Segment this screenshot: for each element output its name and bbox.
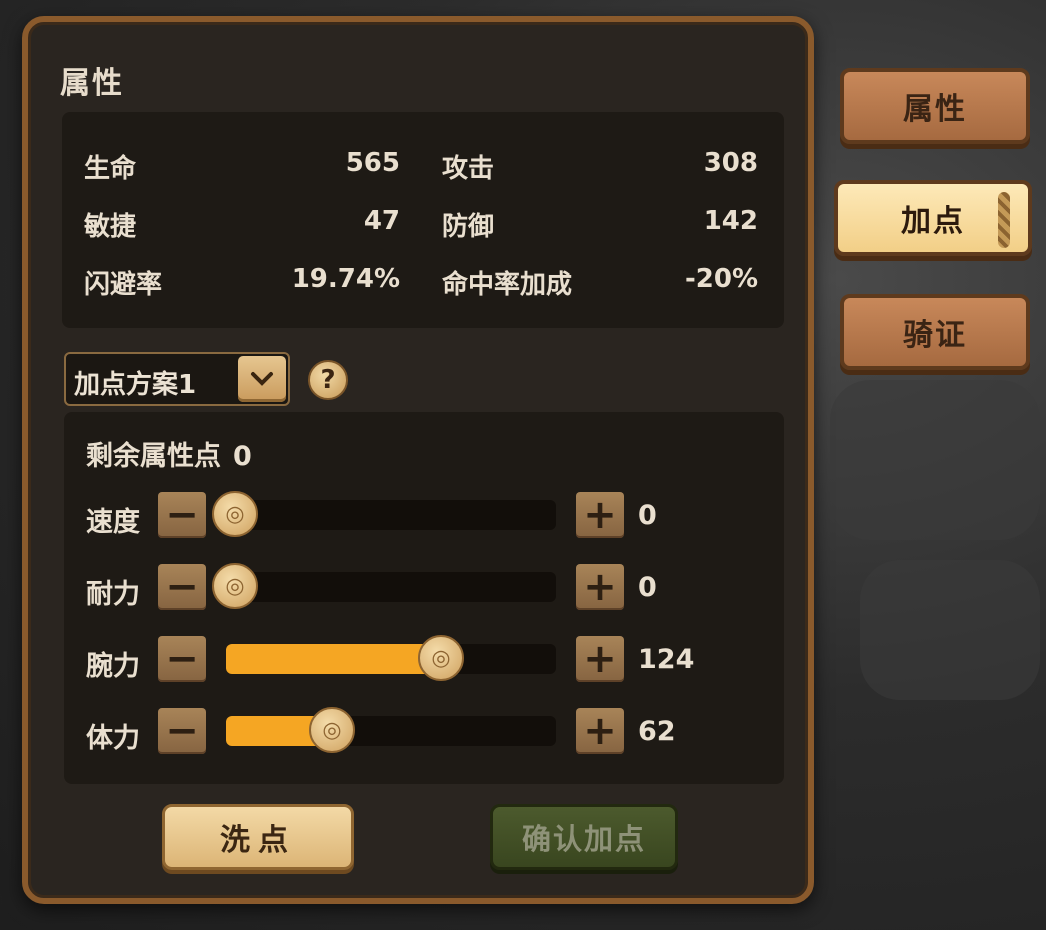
confirm-points-button[interactable]: 确认加点 xyxy=(490,804,678,870)
slider-knob-icon[interactable]: ◎ xyxy=(212,491,258,537)
attribute-label: 耐力 xyxy=(86,579,140,610)
stat-value-agility: 47 xyxy=(363,206,400,236)
slider-knob-icon[interactable]: ◎ xyxy=(212,563,258,609)
increase-strength-button[interactable]: + xyxy=(576,636,624,682)
attribute-value: 62 xyxy=(638,716,676,747)
stat-label-hit-bonus: 命中率加成 xyxy=(442,270,573,300)
decrease-strength-button[interactable]: − xyxy=(158,636,206,682)
stat-label-attack: 攻击 xyxy=(442,154,495,184)
attribute-row-speed: 速度 − ◎ + 0 xyxy=(64,491,784,542)
increase-stamina-button[interactable]: + xyxy=(576,564,624,610)
stat-value-hp: 565 xyxy=(345,148,400,178)
remaining-points-value: 0 xyxy=(233,441,252,472)
stat-value-defense: 142 xyxy=(703,206,758,236)
panel-title: 属性 xyxy=(60,66,124,101)
stat-label-dodge: 闪避率 xyxy=(84,270,163,300)
stat-value-attack: 308 xyxy=(703,148,758,178)
attribute-label: 体力 xyxy=(86,723,140,754)
attribute-label: 速度 xyxy=(86,507,140,538)
attribute-panel: 属性 生命 565 攻击 308 敏捷 47 防御 142 闪避率 19.74%… xyxy=(22,16,814,904)
background-shape xyxy=(860,560,1040,700)
decrease-vitality-button[interactable]: − xyxy=(158,708,206,754)
decrease-stamina-button[interactable]: − xyxy=(158,564,206,610)
tab-label: 骑证 xyxy=(903,318,967,353)
tab-attributes[interactable]: 属性 xyxy=(840,68,1030,144)
help-icon[interactable]: ? xyxy=(308,360,348,400)
stamina-slider[interactable]: ◎ xyxy=(212,563,556,609)
stat-label-hp: 生命 xyxy=(84,154,137,184)
reset-points-button[interactable]: 洗点 xyxy=(162,804,354,870)
slider-knob-icon[interactable]: ◎ xyxy=(309,707,355,753)
increase-speed-button[interactable]: + xyxy=(576,492,624,538)
attribute-value: 124 xyxy=(638,644,695,675)
remaining-points: 剩余属性点 0 xyxy=(86,434,252,473)
attribute-label: 腕力 xyxy=(86,651,140,682)
points-box: 剩余属性点 0 速度 − ◎ + 0 耐力 − ◎ + 0 腕力 − ◎ + 1… xyxy=(64,412,784,784)
attribute-row-stamina: 耐力 − ◎ + 0 xyxy=(64,563,784,614)
strength-slider[interactable]: ◎ xyxy=(226,635,556,681)
tab-mount-license[interactable]: 骑证 xyxy=(840,294,1030,370)
stats-box: 生命 565 攻击 308 敏捷 47 防御 142 闪避率 19.74% 命中… xyxy=(62,112,784,328)
stat-label-defense: 防御 xyxy=(442,212,495,242)
tab-label: 加点 xyxy=(901,204,965,239)
attribute-value: 0 xyxy=(638,572,657,603)
slider-knob-icon[interactable]: ◎ xyxy=(418,635,464,681)
decrease-speed-button[interactable]: − xyxy=(158,492,206,538)
stat-label-agility: 敏捷 xyxy=(84,212,137,242)
rope-icon xyxy=(998,192,1010,248)
remaining-points-label: 剩余属性点 xyxy=(86,441,221,472)
speed-slider[interactable]: ◎ xyxy=(212,491,556,537)
background-shape xyxy=(830,380,1040,540)
vitality-slider[interactable]: ◎ xyxy=(226,707,556,753)
chevron-down-icon[interactable] xyxy=(238,356,286,402)
attribute-row-strength: 腕力 − ◎ + 124 xyxy=(64,635,784,686)
tab-add-points[interactable]: 加点 xyxy=(834,180,1032,256)
plan-selected-label: 加点方案1 xyxy=(74,370,197,400)
tab-label: 属性 xyxy=(903,92,967,127)
stat-value-hit-bonus: -20% xyxy=(684,264,758,294)
slider-fill xyxy=(226,644,441,674)
attribute-row-vitality: 体力 − ◎ + 62 xyxy=(64,707,784,758)
stat-value-dodge: 19.74% xyxy=(291,264,400,294)
attribute-value: 0 xyxy=(638,500,657,531)
increase-vitality-button[interactable]: + xyxy=(576,708,624,754)
plan-dropdown[interactable]: 加点方案1 xyxy=(64,352,290,406)
